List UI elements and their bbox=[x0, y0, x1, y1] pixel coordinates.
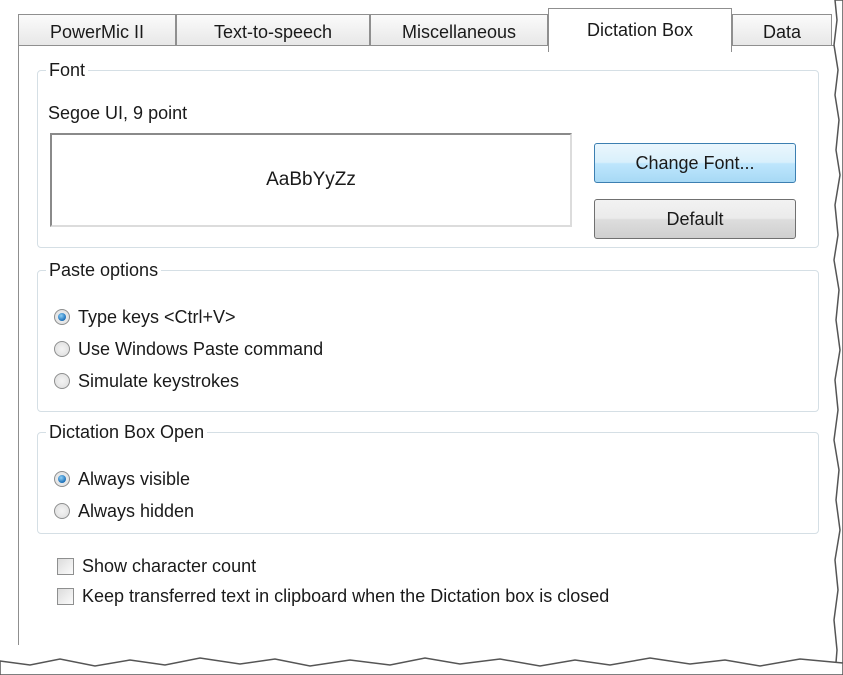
font-preview-box: AaBbYyZz bbox=[50, 133, 572, 227]
checkbox-icon bbox=[57, 587, 74, 605]
change-font-button[interactable]: Change Font... bbox=[594, 143, 796, 183]
radio-simulate-keystrokes[interactable]: Simulate keystrokes bbox=[54, 367, 239, 395]
radio-type-keys-label: Type keys <Ctrl+V> bbox=[78, 306, 236, 327]
paste-options-legend: Paste options bbox=[49, 260, 159, 280]
radio-windows-paste[interactable]: Use Windows Paste command bbox=[54, 335, 323, 363]
torn-edge-right bbox=[833, 0, 843, 675]
keep-text-in-clipboard-label: Keep transferred text in clipboard when … bbox=[82, 585, 610, 606]
keep-text-in-clipboard-checkbox[interactable]: Keep transferred text in clipboard when … bbox=[57, 582, 609, 610]
default-font-button[interactable]: Default bbox=[594, 199, 796, 239]
radio-button-icon bbox=[54, 341, 70, 357]
radio-button-icon bbox=[54, 373, 70, 389]
font-group: Font Segoe UI, 9 point AaBbYyZz Change F… bbox=[37, 60, 819, 248]
font-preview-text: AaBbYyZz bbox=[266, 169, 356, 190]
radio-type-keys[interactable]: Type keys <Ctrl+V> bbox=[54, 303, 236, 331]
radio-button-icon bbox=[54, 309, 70, 325]
dictation-box-open-legend: Dictation Box Open bbox=[49, 422, 205, 442]
radio-simulate-keystrokes-label: Simulate keystrokes bbox=[78, 370, 240, 391]
radio-always-hidden[interactable]: Always hidden bbox=[54, 497, 194, 525]
tab-strip: PowerMic II Text-to-speech Miscellaneous… bbox=[18, 6, 838, 52]
radio-button-icon bbox=[54, 471, 70, 487]
dictation-box-open-group: Dictation Box Open Always visible Always… bbox=[37, 422, 819, 534]
radio-windows-paste-label: Use Windows Paste command bbox=[78, 338, 324, 359]
checkbox-icon bbox=[57, 557, 74, 575]
radio-always-visible[interactable]: Always visible bbox=[54, 465, 190, 493]
options-dialog: PowerMic II Text-to-speech Miscellaneous… bbox=[0, 0, 840, 662]
tab-content-panel: Font Segoe UI, 9 point AaBbYyZz Change F… bbox=[18, 45, 840, 645]
radio-always-hidden-label: Always hidden bbox=[78, 500, 195, 521]
font-name-label: Segoe UI, 9 point bbox=[48, 103, 188, 123]
paste-options-group: Paste options Type keys <Ctrl+V> Use Win… bbox=[37, 260, 819, 412]
show-character-count-checkbox[interactable]: Show character count bbox=[57, 552, 256, 580]
font-group-legend: Font bbox=[49, 60, 86, 80]
radio-button-icon bbox=[54, 503, 70, 519]
tab-dictation-box[interactable]: Dictation Box bbox=[548, 8, 732, 52]
torn-edge-bottom bbox=[0, 657, 843, 675]
show-character-count-label: Show character count bbox=[82, 555, 257, 576]
radio-always-visible-label: Always visible bbox=[78, 468, 191, 489]
